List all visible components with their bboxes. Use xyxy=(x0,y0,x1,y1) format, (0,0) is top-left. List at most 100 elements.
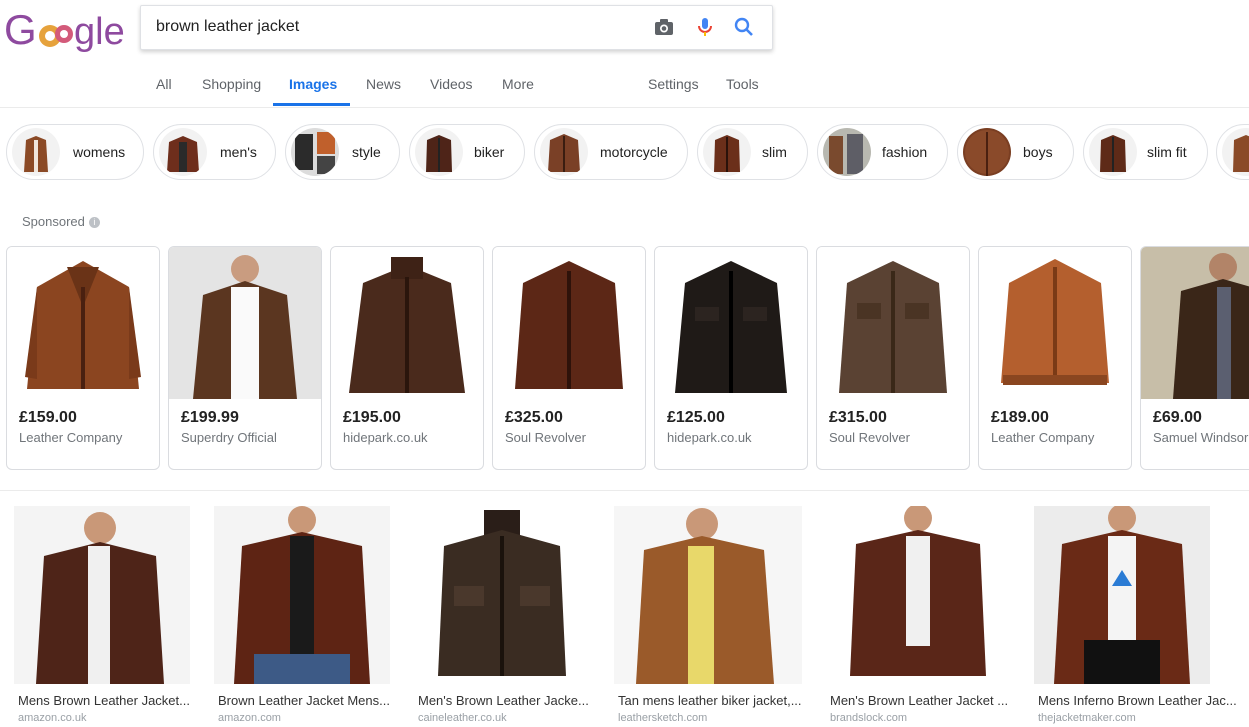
result-site: brandslock.com xyxy=(830,712,908,724)
product-card[interactable]: £195.00 hidepark.co.uk xyxy=(330,246,484,470)
info-icon[interactable]: i xyxy=(88,217,100,229)
chip-label: men's xyxy=(220,144,257,160)
chip-label: womens xyxy=(73,144,126,160)
tab-images[interactable]: Images xyxy=(289,76,337,92)
chip-womens[interactable]: womens xyxy=(6,124,144,180)
tab-shopping[interactable]: Shopping xyxy=(202,76,261,92)
result-image xyxy=(1034,504,1210,684)
result-site: amazon.com xyxy=(218,712,281,724)
chip-thumbnail xyxy=(1089,128,1137,176)
chip-thumbnail xyxy=(1222,128,1249,176)
chip-label: biker xyxy=(474,144,505,160)
search-input[interactable]: brown leather jacket xyxy=(156,18,299,36)
chip-mens[interactable]: men's xyxy=(153,124,276,180)
chip-label: slim xyxy=(762,144,787,160)
result-title: Men's Brown Leather Jacket ... xyxy=(830,693,1009,708)
result-site: leathersketch.com xyxy=(618,712,708,724)
search-box[interactable]: brown leather jacket xyxy=(140,5,773,50)
product-card[interactable]: £315.00 Soul Revolver xyxy=(816,246,970,470)
product-price: £159.00 xyxy=(19,409,77,426)
product-price: £199.99 xyxy=(181,409,239,426)
microphone-icon[interactable] xyxy=(694,16,716,38)
section-divider xyxy=(0,490,1249,491)
product-seller: Superdry Official xyxy=(181,430,277,445)
result-image xyxy=(214,506,390,684)
google-logo[interactable]: G gle xyxy=(4,6,126,53)
chip-label: style xyxy=(352,144,381,160)
product-seller: Samuel Windsor xyxy=(1153,430,1249,445)
result-title: Mens Brown Leather Jacket... xyxy=(18,693,190,708)
chip-style[interactable]: style xyxy=(285,124,400,180)
chip-thumbnail xyxy=(823,128,871,176)
chip-thumbnail xyxy=(703,128,751,176)
result-title: Mens Inferno Brown Leather Jac... xyxy=(1038,693,1237,708)
result-image xyxy=(614,506,802,684)
chip-motorcycle[interactable]: motorcycle xyxy=(534,124,688,180)
google-logo-icon: G gle xyxy=(4,6,125,53)
search-tabs: All Shopping Images News Videos More Set… xyxy=(0,62,1249,108)
product-image xyxy=(169,247,321,399)
chip-slim-fit[interactable]: slim fit xyxy=(1083,124,1208,180)
chip-thumbnail xyxy=(540,128,588,176)
chip-thumbnail xyxy=(291,128,339,176)
result-title: Brown Leather Jacket Mens... xyxy=(218,693,390,708)
result-image xyxy=(826,504,1010,684)
chip-label: boys xyxy=(1023,144,1053,160)
chip-label: fashion xyxy=(882,144,928,160)
product-seller: Leather Company xyxy=(19,430,123,445)
chip-thumbnail xyxy=(963,128,1011,176)
product-image xyxy=(979,247,1131,399)
product-price: £195.00 xyxy=(343,409,401,426)
result-image xyxy=(414,506,590,684)
product-card[interactable]: £159.00 Leather Company xyxy=(6,246,160,470)
tab-news[interactable]: News xyxy=(366,76,401,92)
product-price: £125.00 xyxy=(667,409,725,426)
search-icon[interactable] xyxy=(733,16,755,38)
product-seller: Soul Revolver xyxy=(829,430,910,445)
chip-partial[interactable] xyxy=(1216,124,1249,180)
product-image xyxy=(1141,247,1249,399)
chip-thumbnail xyxy=(12,128,60,176)
product-price: £189.00 xyxy=(991,409,1049,426)
product-image xyxy=(7,247,159,399)
product-seller: Leather Company xyxy=(991,430,1095,445)
product-image xyxy=(331,247,483,399)
camera-icon[interactable] xyxy=(653,16,675,38)
product-price: £315.00 xyxy=(829,409,887,426)
result-site: thejacketmaker.com xyxy=(1038,712,1136,724)
product-card[interactable]: £325.00 Soul Revolver xyxy=(492,246,646,470)
product-image xyxy=(493,247,645,399)
sponsored-text: Sponsored xyxy=(22,214,85,229)
sponsored-label: Sponsored i xyxy=(22,214,100,229)
chip-thumbnail xyxy=(159,128,207,176)
result-site: caineleather.co.uk xyxy=(418,712,507,724)
chip-boys[interactable]: boys xyxy=(957,124,1074,180)
product-card[interactable]: £69.00 Samuel Windsor xyxy=(1140,246,1249,470)
active-tab-indicator xyxy=(273,103,350,106)
tab-all[interactable]: All xyxy=(156,76,172,92)
tab-tools[interactable]: Tools xyxy=(726,76,759,92)
chip-thumbnail xyxy=(415,128,463,176)
product-image xyxy=(655,247,807,399)
chip-fashion[interactable]: fashion xyxy=(817,124,948,180)
tab-more[interactable]: More xyxy=(502,76,534,92)
product-card[interactable]: £125.00 hidepark.co.uk xyxy=(654,246,808,470)
tab-settings[interactable]: Settings xyxy=(648,76,699,92)
product-price: £325.00 xyxy=(505,409,563,426)
product-price: £69.00 xyxy=(1153,409,1202,426)
result-image xyxy=(14,506,190,684)
chip-label: motorcycle xyxy=(600,144,668,160)
chip-biker[interactable]: biker xyxy=(409,124,525,180)
product-card[interactable]: £189.00 Leather Company xyxy=(978,246,1132,470)
chip-label: slim fit xyxy=(1147,144,1187,160)
product-card[interactable]: £199.99 Superdry Official xyxy=(168,246,322,470)
product-image xyxy=(817,247,969,399)
product-seller: hidepark.co.uk xyxy=(667,430,752,445)
product-seller: hidepark.co.uk xyxy=(343,430,428,445)
result-title: Men's Brown Leather Jacke... xyxy=(418,693,589,708)
tab-videos[interactable]: Videos xyxy=(430,76,473,92)
result-title: Tan mens leather biker jacket,... xyxy=(618,693,802,708)
result-site: amazon.co.uk xyxy=(18,712,87,724)
svg-text:G: G xyxy=(4,8,37,52)
chip-slim[interactable]: slim xyxy=(697,124,808,180)
